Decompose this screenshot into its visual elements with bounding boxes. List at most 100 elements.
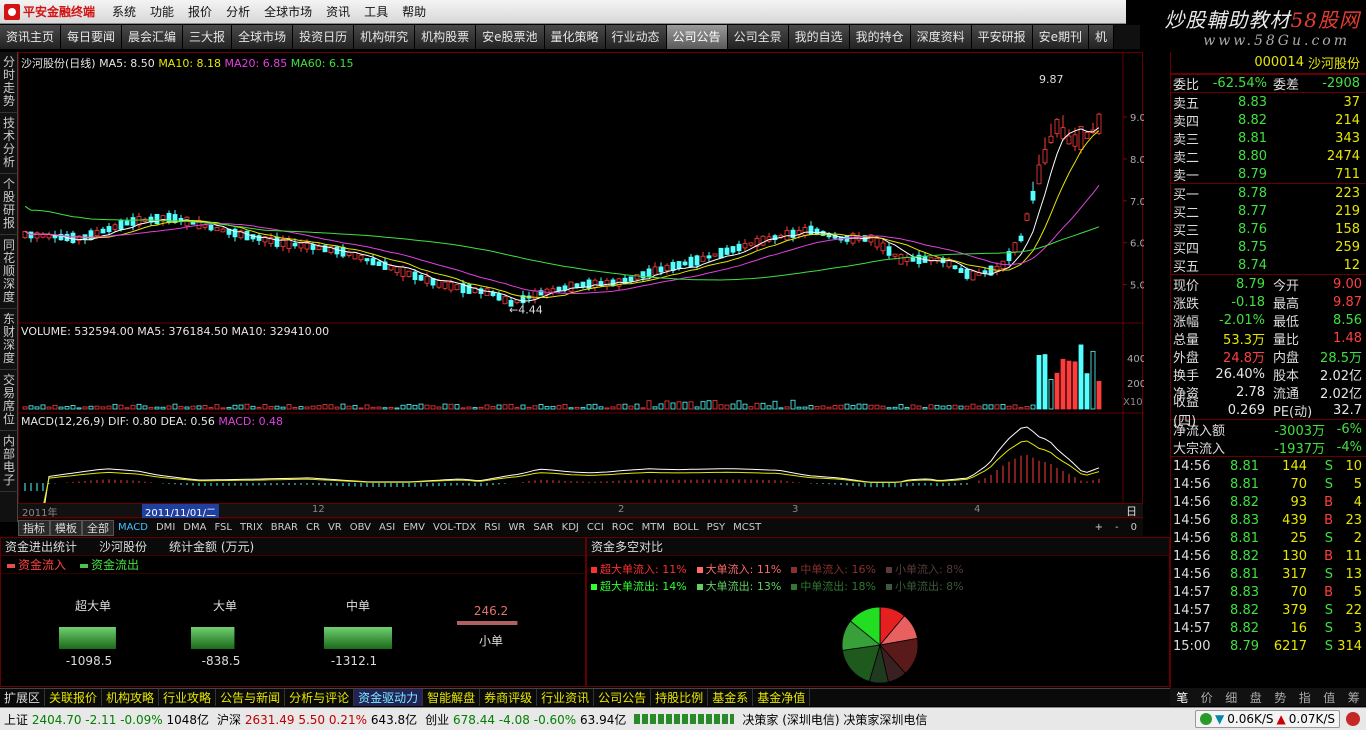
nav-tab[interactable]: 量化策略: [544, 25, 606, 49]
indicator-tab[interactable]: PSY: [703, 520, 730, 536]
index-hs[interactable]: 沪深 2631.49 5.50 0.21% 643.8亿: [213, 711, 421, 728]
info-tab[interactable]: 机构攻略: [102, 689, 160, 706]
quote-tab[interactable]: 价: [1201, 689, 1213, 706]
stat-label: 内盘: [1273, 350, 1300, 366]
indicator-tab[interactable]: OBV: [346, 520, 375, 536]
quote-tab[interactable]: 笔: [1176, 689, 1188, 706]
indicator-tab[interactable]: TRIX: [236, 520, 267, 536]
left-tab[interactable]: 同花顺深度: [0, 235, 18, 309]
menu-global[interactable]: 全球市场: [257, 3, 319, 20]
left-tab[interactable]: 分时走势: [0, 52, 18, 113]
quote-tab[interactable]: 值: [1323, 689, 1335, 706]
indicator-tab[interactable]: MCST: [729, 520, 765, 536]
volume-bar: [388, 406, 394, 410]
indicator-tab[interactable]: MACD: [114, 520, 152, 536]
info-tab[interactable]: 基金系: [708, 689, 754, 706]
nav-tab[interactable]: 每日要闻: [61, 25, 123, 49]
nav-tab[interactable]: 机: [1089, 25, 1115, 49]
kline-chart-area[interactable]: 9.00 8.00 7.00 6.00 5.00 9.87 ←4.44 40000 20000 X…: [18, 52, 1144, 518]
index-sh[interactable]: 上证 2404.70 -2.11 -0.09% 1048亿: [0, 711, 213, 728]
nav-tab[interactable]: 公司全景: [727, 25, 789, 49]
indicator-tab[interactable]: RSI: [480, 520, 504, 536]
nav-tab[interactable]: 公司公告: [666, 25, 728, 49]
nav-tab[interactable]: 晨会汇编: [122, 25, 184, 49]
quote-tab[interactable]: 筹: [1348, 689, 1360, 706]
nav-tab[interactable]: 安e期刊: [1032, 25, 1090, 49]
indicator-tab[interactable]: FSL: [210, 520, 236, 536]
quote-tab[interactable]: 盘: [1250, 689, 1262, 706]
info-tab[interactable]: 关联报价: [45, 689, 103, 706]
info-tab[interactable]: 分析与评论: [285, 689, 355, 706]
info-tab[interactable]: 扩展区: [0, 689, 46, 706]
nav-tab[interactable]: 平安研报: [971, 25, 1033, 49]
menu-news[interactable]: 资讯: [319, 3, 357, 20]
indicator-tab[interactable]: 指标: [18, 519, 50, 536]
nav-tab[interactable]: 机构股票: [415, 25, 477, 49]
nav-tab[interactable]: 我的持仓: [849, 25, 911, 49]
nav-tab[interactable]: 投资日历: [293, 25, 355, 49]
menu-tools[interactable]: 工具: [357, 3, 395, 20]
indicator-tab[interactable]: KDJ: [558, 520, 583, 536]
index-cy[interactable]: 创业 678.44 -4.08 -0.60% 63.94亿: [421, 711, 630, 728]
indicator-tab[interactable]: BOLL: [669, 520, 703, 536]
indicator-tab[interactable]: CCI: [583, 520, 608, 536]
candle-body: [562, 285, 568, 291]
indicator-control-button[interactable]: +: [1089, 520, 1109, 536]
indicator-tab[interactable]: DMA: [179, 520, 210, 536]
info-tab[interactable]: 券商评级: [480, 689, 538, 706]
menu-analysis[interactable]: 分析: [219, 3, 257, 20]
alert-icon[interactable]: [1346, 712, 1360, 726]
info-tab[interactable]: 行业攻略: [159, 689, 217, 706]
indicator-control-button[interactable]: 0: [1125, 520, 1143, 536]
indicator-tab[interactable]: ROC: [608, 520, 638, 536]
nav-tab[interactable]: 安e股票池: [476, 25, 545, 49]
indicator-tab[interactable]: EMV: [399, 520, 429, 536]
indicator-tab[interactable]: MTM: [638, 520, 669, 536]
volume-bar: [316, 405, 322, 410]
left-tab[interactable]: 技术分析: [0, 113, 18, 174]
macd-panel-title: MACD(12,26,9) DIF: 0.80 DEA: 0.56 MACD: …: [21, 415, 283, 428]
menu-help[interactable]: 帮助: [395, 3, 433, 20]
menu-system[interactable]: 系统: [105, 3, 143, 20]
indicator-tab[interactable]: VOL-TDX: [429, 520, 480, 536]
indicator-tab[interactable]: SAR: [529, 520, 557, 536]
nav-tab[interactable]: 我的自选: [788, 25, 850, 49]
nav-tab[interactable]: 三大报: [183, 25, 233, 49]
nav-tab[interactable]: 深度资料: [910, 25, 972, 49]
indicator-tab[interactable]: BRAR: [267, 520, 302, 536]
left-tab[interactable]: 个股研报: [0, 174, 18, 235]
left-tab[interactable]: 交易席位: [0, 370, 18, 431]
quote-tab[interactable]: 细: [1225, 689, 1237, 706]
indicator-tab[interactable]: 模板: [50, 519, 82, 536]
index-cy-change: -4.08: [498, 712, 530, 727]
indicator-tab[interactable]: 全部: [82, 519, 114, 536]
volume-bar: [922, 407, 928, 410]
info-tab[interactable]: 公告与新闻: [216, 689, 286, 706]
info-tab[interactable]: 行业资讯: [537, 689, 595, 706]
broker-label[interactable]: 决策家 (深圳电信) 决策家深圳电信: [738, 711, 931, 728]
volume-bar: [664, 400, 670, 410]
network-speed: ▼ 0.06K/S ▲ 0.07K/S: [1195, 710, 1340, 728]
asks-price: 8.83: [1238, 94, 1267, 110]
menu-quote[interactable]: 报价: [181, 3, 219, 20]
info-tab[interactable]: 基金净值: [753, 689, 811, 706]
info-tab[interactable]: 持股比例: [651, 689, 709, 706]
info-tab[interactable]: 公司公告: [594, 689, 652, 706]
nav-tab[interactable]: 行业动态: [605, 25, 667, 49]
indicator-tab[interactable]: CR: [302, 520, 324, 536]
info-tab[interactable]: 资金驱动力: [354, 689, 424, 706]
indicator-tab[interactable]: DMI: [152, 520, 179, 536]
indicator-tab[interactable]: ASI: [375, 520, 399, 536]
menu-function[interactable]: 功能: [143, 3, 181, 20]
left-tab[interactable]: 东财深度: [0, 309, 18, 370]
indicator-tab[interactable]: WR: [504, 520, 529, 536]
indicator-control-button[interactable]: -: [1109, 520, 1125, 536]
info-tab[interactable]: 智能解盘: [423, 689, 481, 706]
indicator-tab[interactable]: VR: [324, 520, 346, 536]
quote-tab[interactable]: 指: [1299, 689, 1311, 706]
left-tab[interactable]: 内部电子: [0, 431, 18, 492]
quote-tab[interactable]: 势: [1274, 689, 1286, 706]
nav-tab[interactable]: 机构研究: [354, 25, 416, 49]
nav-tab[interactable]: 全球市场: [232, 25, 294, 49]
nav-tab[interactable]: 资讯主页: [0, 25, 62, 49]
